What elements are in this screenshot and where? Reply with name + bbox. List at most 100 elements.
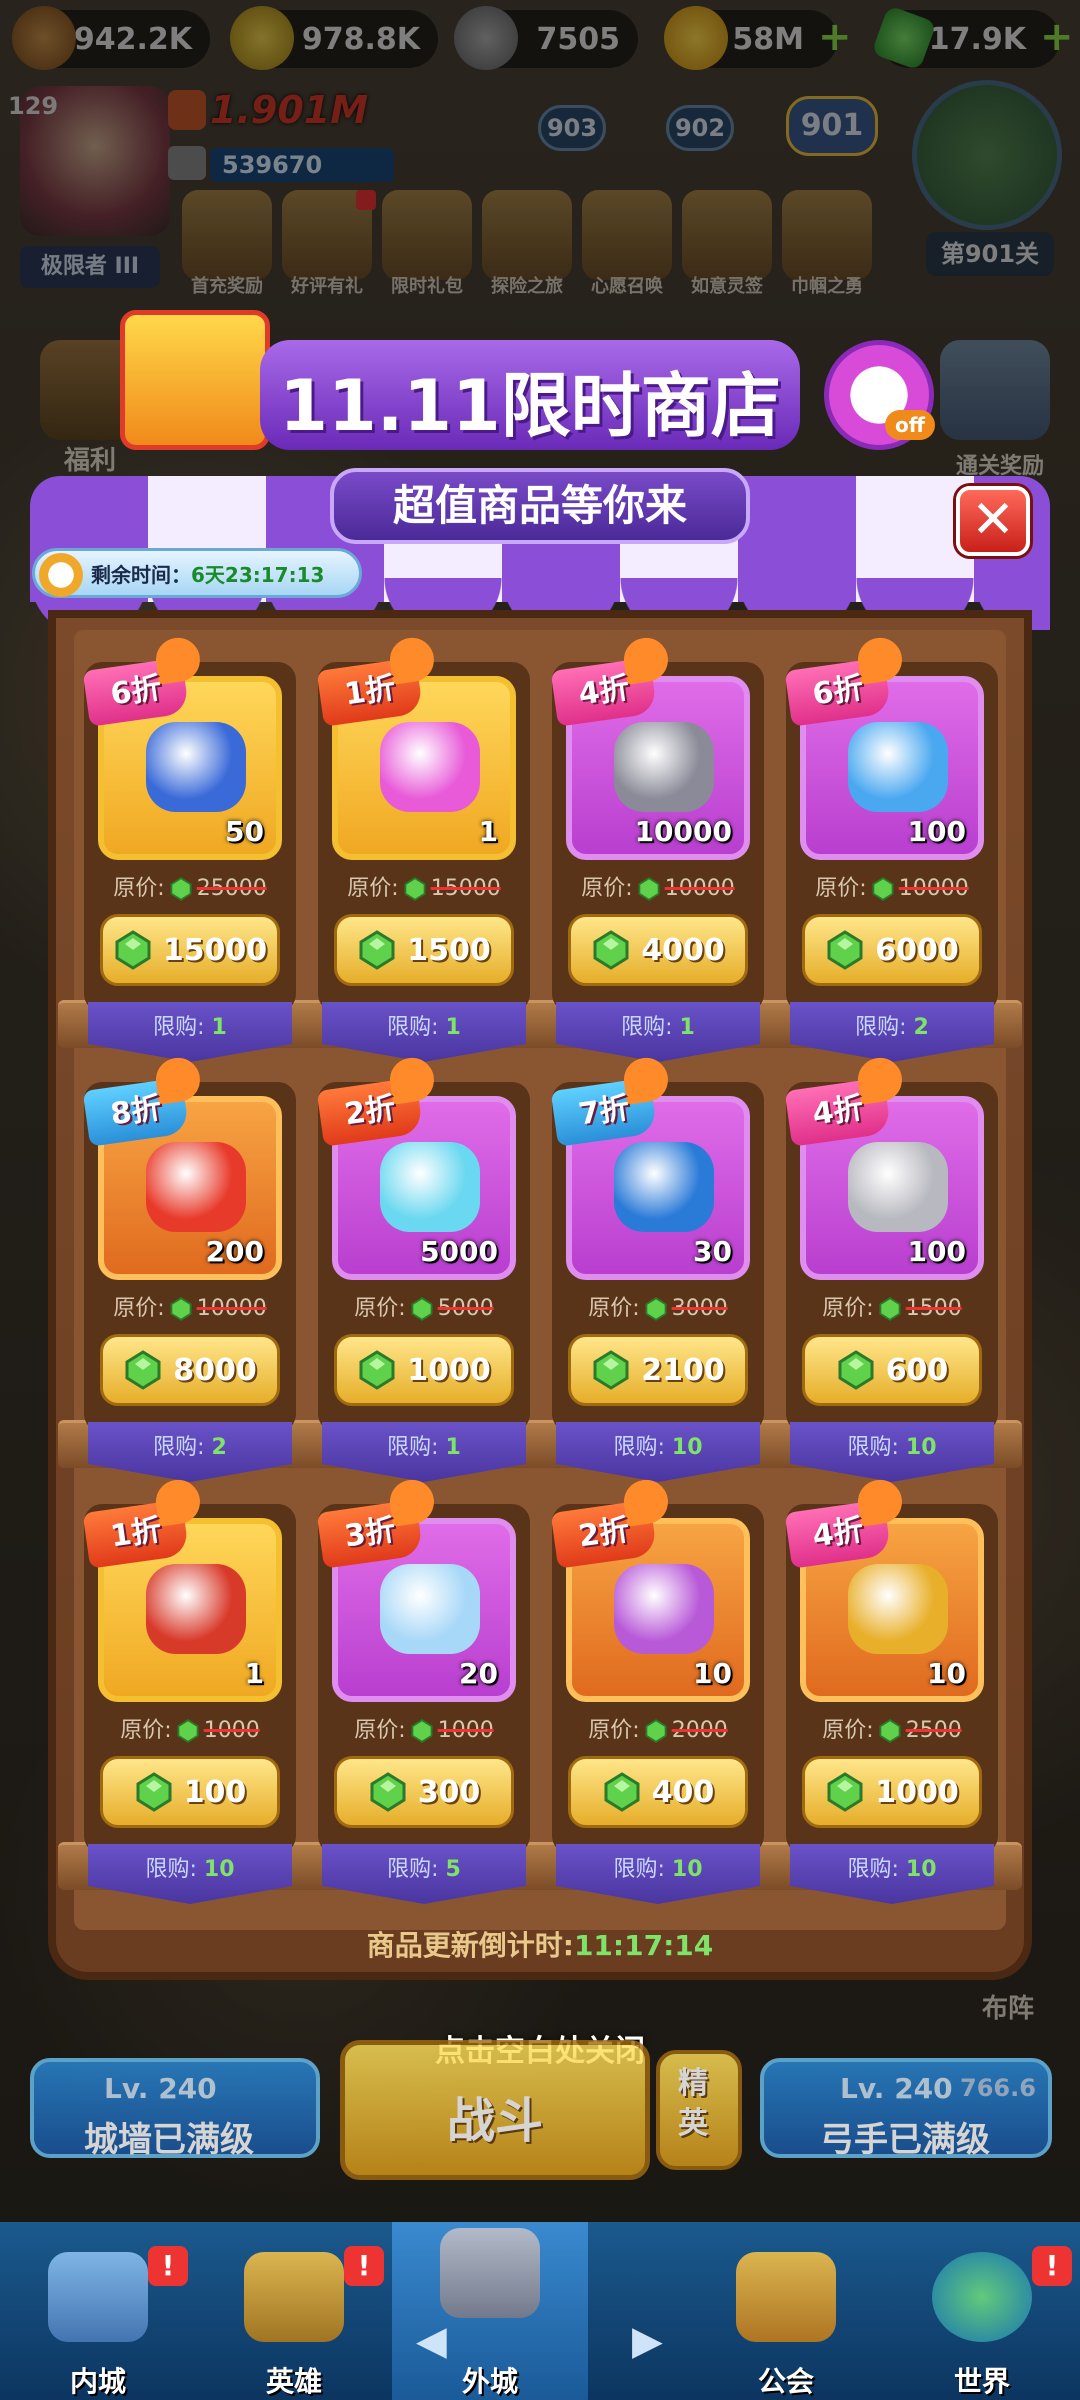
purchase-limit: 限购: 1 bbox=[322, 1422, 526, 1482]
shop-item-card[interactable]: 20 3折 原价: 1000 300 限购: 5 bbox=[316, 1499, 530, 1912]
item-quantity: 1 bbox=[478, 815, 498, 848]
wall-panel[interactable]: Lv. 240 城墙已满级 bbox=[30, 2058, 320, 2160]
golden-ticket-icon bbox=[848, 1564, 948, 1654]
item-quantity: 1 bbox=[244, 1657, 264, 1690]
gem-icon bbox=[136, 1772, 172, 1812]
buy-button[interactable]: 6000 bbox=[802, 914, 982, 986]
alert-badge: ! bbox=[148, 2246, 188, 2286]
gem-icon bbox=[115, 930, 151, 970]
potion-icon bbox=[848, 722, 948, 812]
shop-title: 11.11限时商店 bbox=[279, 365, 781, 447]
original-price: 原价: 10000 bbox=[815, 876, 969, 901]
nav-world[interactable]: ! 世界 bbox=[884, 2222, 1080, 2400]
gem-icon bbox=[879, 1719, 901, 1743]
gem-icon bbox=[170, 1297, 192, 1321]
purchase-limit: 限购: 10 bbox=[790, 1844, 994, 1904]
purchase-limit: 限购: 10 bbox=[556, 1422, 760, 1482]
puzzle-icon bbox=[146, 722, 246, 812]
rune-stone-icon bbox=[614, 722, 714, 812]
original-price: 原价: 10000 bbox=[113, 1296, 267, 1321]
original-price: 原价: 15000 bbox=[347, 876, 501, 901]
gem-icon bbox=[838, 1350, 874, 1390]
shop-item-card[interactable]: 100 6折 原价: 10000 6000 限购: 2 bbox=[784, 657, 998, 1070]
fortress-icon bbox=[440, 2228, 540, 2318]
gem-icon bbox=[827, 1772, 863, 1812]
gem-icon bbox=[604, 1772, 640, 1812]
buy-button[interactable]: 1500 bbox=[334, 914, 514, 986]
purchase-limit: 限购: 1 bbox=[556, 1002, 760, 1062]
shop-banner: 11.11限时商店 off bbox=[120, 300, 940, 450]
gem-icon bbox=[593, 930, 629, 970]
red-scroll-icon bbox=[146, 1564, 246, 1654]
purchase-limit: 限购: 10 bbox=[790, 1422, 994, 1482]
globe-icon bbox=[932, 2252, 1032, 2342]
off-tag: off bbox=[885, 410, 935, 440]
shop-item-card[interactable]: 200 8折 原价: 10000 8000 限购: 2 bbox=[82, 1077, 296, 1490]
battle-button[interactable]: 战斗 bbox=[340, 2040, 650, 2180]
gem-icon bbox=[359, 1350, 395, 1390]
purchase-limit: 限购: 10 bbox=[88, 1844, 292, 1904]
buy-button[interactable]: 1000 bbox=[334, 1334, 514, 1406]
purchase-limit: 限购: 5 bbox=[322, 1844, 526, 1904]
close-button[interactable]: ✕ bbox=[956, 486, 1030, 556]
handshake-icon bbox=[736, 2252, 836, 2342]
gem-icon bbox=[411, 1719, 433, 1743]
purchase-limit: 限购: 10 bbox=[556, 1844, 760, 1904]
arrow-left-icon[interactable]: ◀ bbox=[416, 2318, 447, 2364]
original-price: 原价: 25000 bbox=[113, 876, 267, 901]
original-price: 原价: 3000 bbox=[588, 1296, 728, 1321]
shop-item-card[interactable]: 1 1折 原价: 1000 100 限购: 10 bbox=[82, 1499, 296, 1912]
blue-gem-icon bbox=[614, 1142, 714, 1232]
buy-button[interactable]: 8000 bbox=[100, 1334, 280, 1406]
buy-button[interactable]: 15000 bbox=[100, 914, 280, 986]
archer-panel[interactable]: Lv. 240 766.6 弓手已满级 bbox=[760, 2058, 1052, 2160]
original-price: 原价: 1000 bbox=[354, 1718, 494, 1743]
buy-button[interactable]: 300 bbox=[334, 1756, 514, 1828]
fire-crystal-icon bbox=[146, 1142, 246, 1232]
elite-button[interactable]: 精英 bbox=[656, 2050, 742, 2170]
purchase-limit: 限购: 1 bbox=[322, 1002, 526, 1062]
shop-item-card[interactable]: 10000 4折 原价: 10000 4000 限购: 1 bbox=[550, 657, 764, 1070]
item-quantity: 5000 bbox=[420, 1235, 498, 1268]
remaining-time: 剩余时间： 6天23:17:13 bbox=[32, 548, 362, 598]
shop-item-card[interactable]: 1 1折 原价: 15000 1500 限购: 1 bbox=[316, 657, 530, 1070]
original-price: 原价: 10000 bbox=[581, 876, 735, 901]
item-quantity: 200 bbox=[205, 1235, 264, 1268]
refresh-countdown: 商品更新倒计时:11:17:14 bbox=[366, 1929, 714, 1962]
shop-item-card[interactable]: 5000 2折 原价: 5000 1000 限购: 1 bbox=[316, 1077, 530, 1490]
shop-item-card[interactable]: 50 6折 原价: 25000 15000 限购: 1 bbox=[82, 657, 296, 1070]
castle-icon bbox=[48, 2252, 148, 2342]
shop-item-card[interactable]: 10 2折 原价: 2000 400 限购: 10 bbox=[550, 1499, 764, 1912]
alert-badge: ! bbox=[344, 2246, 384, 2286]
nav-inner-city[interactable]: ! 内城 bbox=[0, 2222, 196, 2400]
buy-button[interactable]: 1000 bbox=[802, 1756, 982, 1828]
gem-icon bbox=[872, 877, 894, 901]
buy-button[interactable]: 400 bbox=[568, 1756, 748, 1828]
gift-box-icon bbox=[120, 310, 270, 450]
buy-button[interactable]: 600 bbox=[802, 1334, 982, 1406]
buy-button[interactable]: 2100 bbox=[568, 1334, 748, 1406]
shop-item-card[interactable]: 10 4折 原价: 2500 1000 限购: 10 bbox=[784, 1499, 998, 1912]
purchase-limit: 限购: 2 bbox=[88, 1422, 292, 1482]
item-quantity: 50 bbox=[225, 815, 264, 848]
nav-outer-city[interactable]: ◀ 外城 bbox=[392, 2222, 588, 2400]
arrow-right-icon[interactable]: ▶ bbox=[632, 2318, 663, 2364]
shop-item-card[interactable]: 30 7折 原价: 3000 2100 限购: 10 bbox=[550, 1077, 764, 1490]
shop-subtitle: 超值商品等你来 bbox=[330, 468, 750, 544]
original-price: 原价: 5000 bbox=[354, 1296, 494, 1321]
gem-icon bbox=[645, 1719, 667, 1743]
shop-item-card[interactable]: 100 4折 原价: 1500 600 限购: 10 bbox=[784, 1077, 998, 1490]
ice-crystal-icon bbox=[380, 1142, 480, 1232]
nav-guild[interactable]: 公会 bbox=[688, 2222, 884, 2400]
purple-scroll-icon bbox=[614, 1564, 714, 1654]
crystal-shards-icon bbox=[380, 1564, 480, 1654]
gem-icon bbox=[645, 1297, 667, 1321]
gem-icon bbox=[170, 877, 192, 901]
clock-icon bbox=[39, 553, 83, 597]
item-quantity: 100 bbox=[907, 815, 966, 848]
buy-button[interactable]: 4000 bbox=[568, 914, 748, 986]
purchase-limit: 限购: 2 bbox=[790, 1002, 994, 1062]
nav-heroes[interactable]: ! 英雄 bbox=[196, 2222, 392, 2400]
gem-icon bbox=[411, 1297, 433, 1321]
buy-button[interactable]: 100 bbox=[100, 1756, 280, 1828]
